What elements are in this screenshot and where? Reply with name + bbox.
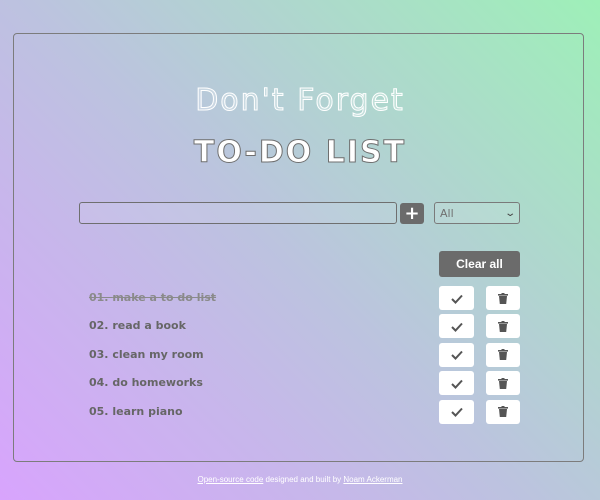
- clear-all-button[interactable]: Clear all: [439, 251, 520, 277]
- delete-button[interactable]: [486, 371, 520, 396]
- todo-text: clean my room: [112, 347, 204, 361]
- delete-button[interactable]: [486, 399, 520, 424]
- complete-button[interactable]: [439, 371, 474, 396]
- plus-icon: +: [404, 202, 420, 224]
- todo-item: 01. make a to do list: [0, 286, 600, 310]
- todo-label: 04. do homeworks: [89, 376, 203, 389]
- todo-label: 03. clean my room: [89, 348, 204, 361]
- todo-text: read a book: [112, 319, 186, 333]
- filter-select[interactable]: All ⌄: [434, 202, 520, 224]
- footer: Open-source code designed and built by N…: [0, 475, 600, 484]
- todo-item: 02. read a book: [0, 314, 600, 339]
- author-link[interactable]: Noam Ackerman: [343, 475, 402, 484]
- todo-number: 02.: [89, 319, 109, 333]
- page-title: TO-DO LIST: [193, 135, 407, 171]
- trash-icon: [498, 345, 508, 364]
- todo-label: 02. read a book: [89, 319, 186, 332]
- check-icon: [450, 345, 463, 364]
- todo-label: 05. learn piano: [89, 405, 183, 418]
- todo-number: 01.: [89, 291, 109, 304]
- todo-label: 01. make a to do list: [89, 291, 216, 304]
- todo-text: do homeworks: [112, 376, 203, 390]
- check-icon: [450, 289, 463, 308]
- add-todo-button[interactable]: +: [400, 203, 424, 224]
- todo-number: 04.: [89, 376, 109, 390]
- todo-text: make a to do list: [112, 291, 217, 304]
- todo-number: 05.: [89, 404, 109, 418]
- trash-icon: [498, 317, 508, 336]
- complete-button[interactable]: [439, 314, 474, 339]
- trash-icon: [498, 402, 508, 421]
- delete-button[interactable]: [486, 314, 520, 339]
- trash-icon: [498, 289, 508, 308]
- complete-button[interactable]: [439, 286, 474, 310]
- check-icon: [450, 402, 463, 421]
- todo-text: learn piano: [112, 404, 183, 418]
- chevron-down-icon: ⌄: [503, 207, 516, 219]
- check-icon: [450, 317, 463, 336]
- complete-button[interactable]: [439, 399, 474, 424]
- source-code-link[interactable]: Open-source code: [197, 475, 263, 484]
- page-subtitle: Don't Forget: [195, 83, 405, 119]
- todo-number: 03.: [89, 347, 109, 361]
- filter-selected-value: All: [440, 206, 454, 220]
- todo-item: 05. learn piano: [0, 399, 600, 424]
- delete-button[interactable]: [486, 342, 520, 367]
- todo-input[interactable]: [79, 202, 397, 224]
- footer-text: designed and built by: [263, 475, 344, 484]
- todo-item: 04. do homeworks: [0, 371, 600, 396]
- todo-item: 03. clean my room: [0, 342, 600, 367]
- delete-button[interactable]: [486, 286, 520, 310]
- check-icon: [450, 374, 463, 393]
- trash-icon: [498, 374, 508, 393]
- complete-button[interactable]: [439, 342, 474, 367]
